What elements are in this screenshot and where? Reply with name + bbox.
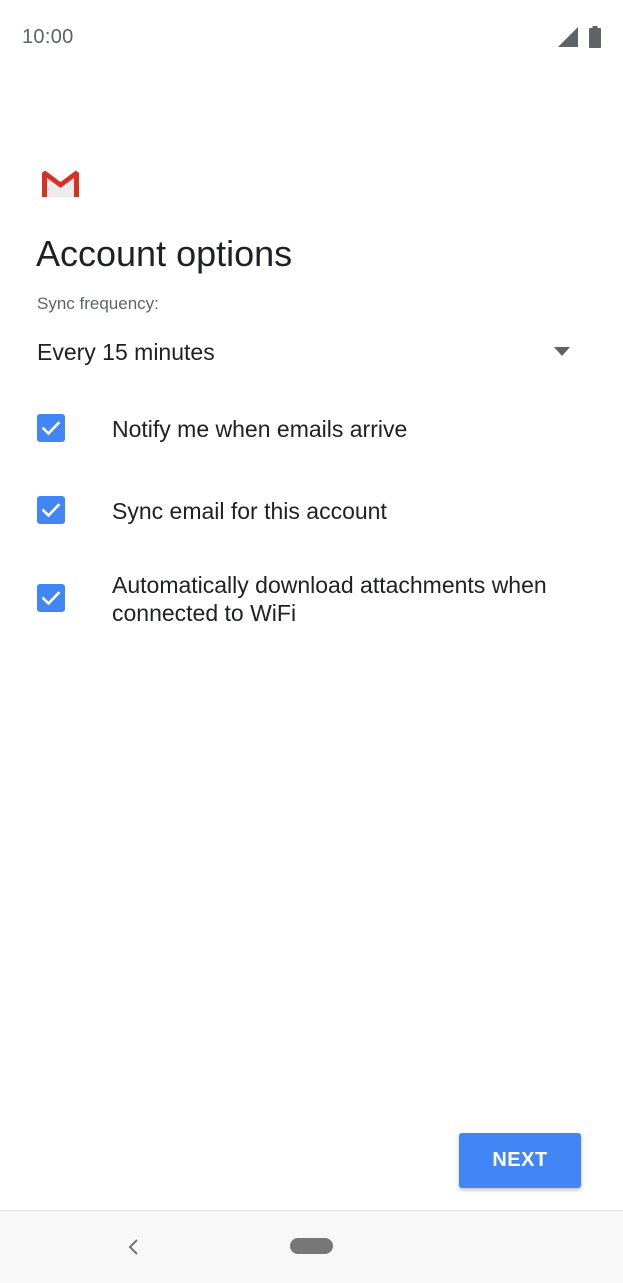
- check-icon: [41, 421, 61, 436]
- system-nav-bar: [0, 1210, 623, 1283]
- download-attachments-checkbox[interactable]: [37, 584, 65, 612]
- sync-frequency-value: Every 15 minutes: [37, 339, 215, 365]
- page-title: Account options: [36, 233, 293, 274]
- check-icon: [41, 591, 61, 606]
- home-pill-icon[interactable]: [290, 1238, 333, 1254]
- check-icon: [41, 503, 61, 518]
- option-label: Notify me when emails arrive: [112, 416, 408, 442]
- option-notify-emails[interactable]: Notify me when emails arrive: [24, 404, 599, 454]
- option-label: Sync email for this account: [112, 498, 387, 524]
- sync-email-checkbox[interactable]: [37, 496, 65, 524]
- notify-checkbox[interactable]: [37, 414, 65, 442]
- sync-frequency-dropdown[interactable]: Every 15 minutes: [24, 328, 590, 378]
- back-chevron-icon[interactable]: [122, 1235, 146, 1259]
- status-bar: 10:00: [0, 0, 623, 76]
- status-time: 10:00: [22, 26, 74, 48]
- option-label: Automatically download attachments when …: [112, 572, 547, 626]
- next-button[interactable]: NEXT: [459, 1133, 581, 1188]
- option-sync-email[interactable]: Sync email for this account: [24, 486, 599, 536]
- sync-frequency-label: Sync frequency:: [37, 294, 159, 313]
- option-download-attachments[interactable]: Automatically download attachments when …: [24, 570, 599, 630]
- cell-signal-icon: [558, 27, 578, 47]
- gmail-logo-icon: [42, 170, 79, 197]
- chevron-down-icon: [554, 347, 570, 356]
- battery-full-icon: [589, 26, 601, 48]
